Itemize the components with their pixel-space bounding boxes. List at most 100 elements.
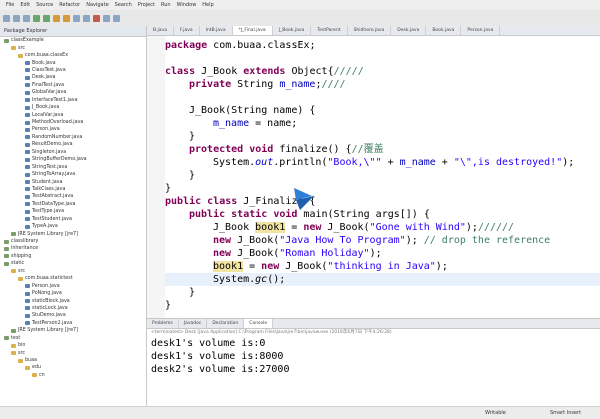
code-editor[interactable]: B.java F.java IntB.java *J_Final.java J_Book…	[147, 26, 600, 318]
tree-item[interactable]: classExample	[0, 37, 146, 44]
save-icon[interactable]	[13, 14, 20, 22]
tree-item[interactable]: Book.java	[0, 59, 146, 66]
editor-tab[interactable]: B.java	[147, 26, 174, 35]
code-area[interactable]: package com.buaa.classEx; class J_Book e…	[165, 36, 600, 318]
new-class-icon[interactable]	[63, 14, 70, 22]
tree-item[interactable]: TalkClass.java	[0, 186, 146, 193]
menu-refactor[interactable]: Refactor	[59, 2, 80, 8]
package-explorer-tab[interactable]: Package Explorer	[0, 26, 146, 37]
editor-tab[interactable]: *J_Final.java	[232, 26, 273, 35]
menu-source[interactable]: Source	[36, 2, 53, 8]
tree-item[interactable]: J_Book.java	[0, 104, 146, 111]
editor-tab[interactable]: IntB.java	[200, 26, 233, 35]
run-icon[interactable]	[43, 14, 50, 22]
tree-item-label: StringToArray.java	[32, 172, 76, 178]
tree-item[interactable]: JRE System Library [jre7]	[0, 327, 146, 334]
project-icon	[4, 261, 9, 266]
tree-item[interactable]: buaa	[0, 357, 146, 364]
open-type-icon[interactable]	[73, 14, 80, 22]
java-file-icon	[25, 217, 30, 222]
java-file-icon	[25, 194, 30, 199]
forward-icon[interactable]	[113, 14, 120, 22]
tree-item-label: StringBufferDemo.java	[32, 157, 87, 163]
tab-declaration[interactable]: Declaration	[207, 319, 245, 328]
tree-item[interactable]: StringToArray.java	[0, 171, 146, 178]
menu-file[interactable]: File	[6, 2, 14, 8]
tree-item[interactable]: inheritance	[0, 245, 146, 252]
tree-item[interactable]: TestPerson2.java	[0, 320, 146, 327]
tree-item[interactable]: JRE System Library [jre7]	[0, 230, 146, 237]
tree-item-label: TestType.java	[32, 209, 65, 215]
tree-item[interactable]: GlobalVar.java	[0, 89, 146, 96]
tree-item[interactable]: Singleton.java	[0, 149, 146, 156]
tree-item[interactable]: shipping	[0, 253, 146, 260]
tab-javadoc[interactable]: Javadoc	[179, 319, 208, 328]
editor-tab[interactable]: TestParent	[311, 26, 348, 35]
editor-tab[interactable]: Person.java	[461, 26, 501, 35]
tree-item[interactable]: com.buaa.statictest	[0, 275, 146, 282]
tab-console[interactable]: Console	[244, 319, 274, 328]
tree-item[interactable]: TestType.java	[0, 208, 146, 215]
editor-tab[interactable]: Desk.java	[391, 26, 427, 35]
project-icon	[11, 328, 16, 333]
editor-tab[interactable]: Shidhero.java	[348, 26, 392, 35]
print-icon[interactable]	[23, 14, 30, 22]
editor-tab[interactable]: Book.java	[426, 26, 462, 35]
menu-window[interactable]: Window	[177, 2, 197, 8]
tree-item[interactable]: bin	[0, 342, 146, 349]
tree-item[interactable]: TestStudent.java	[0, 216, 146, 223]
editor-tab[interactable]: J_Book.java	[273, 26, 312, 35]
tree-item[interactable]: static	[0, 260, 146, 267]
tab-problems[interactable]: Problems	[147, 319, 179, 328]
menu-project[interactable]: Project	[138, 2, 155, 8]
stop-icon[interactable]	[93, 14, 100, 22]
tree-item[interactable]: edu	[0, 364, 146, 371]
tree-item[interactable]: StuDemo.java	[0, 312, 146, 319]
tree-item-label: J_Book.java	[32, 105, 60, 111]
tree-item[interactable]: RandomNumber.java	[0, 134, 146, 141]
tree-item[interactable]: test	[0, 335, 146, 342]
tree-item[interactable]: Person.java	[0, 126, 146, 133]
new-icon[interactable]	[3, 14, 10, 22]
editor-tab[interactable]: F.java	[174, 26, 200, 35]
writable-status: Writable	[485, 410, 506, 416]
search-icon[interactable]	[83, 14, 90, 22]
tree-item[interactable]: PoNong.java	[0, 290, 146, 297]
code-line: protected void finalize() {//覆盖	[189, 144, 384, 155]
tree-item[interactable]: TestDataType.java	[0, 201, 146, 208]
tree-item[interactable]: Person.java	[0, 282, 146, 289]
tree-item[interactable]: staticBlock.java	[0, 297, 146, 304]
tree-item[interactable]: src	[0, 44, 146, 51]
tree-item[interactable]: src	[0, 268, 146, 275]
tree-item[interactable]: StringBufferDemo.java	[0, 156, 146, 163]
tree-item[interactable]: LocalVar.java	[0, 111, 146, 118]
java-file-icon	[25, 209, 30, 214]
tree-item[interactable]: InterfaceTest1.java	[0, 97, 146, 104]
toolbar	[0, 10, 600, 27]
tree-item[interactable]: classlibrary	[0, 238, 146, 245]
menu-navigate[interactable]: Navigate	[86, 2, 108, 8]
menu-run[interactable]: Run	[161, 2, 171, 8]
tree-item[interactable]: cn	[0, 372, 146, 379]
new-package-icon[interactable]	[53, 14, 60, 22]
tree-item[interactable]: src	[0, 349, 146, 356]
tree-item[interactable]: ClassTest.java	[0, 67, 146, 74]
menu-help[interactable]: Help	[202, 2, 213, 8]
menu-search[interactable]: Search	[115, 2, 132, 8]
tree-item[interactable]: TypeA.java	[0, 223, 146, 230]
tree-item[interactable]: Student.java	[0, 178, 146, 185]
tree-item[interactable]: FinalTest.java	[0, 82, 146, 89]
folder-icon	[11, 269, 16, 274]
tree-item[interactable]: staticLock.java	[0, 305, 146, 312]
tree-item[interactable]: StringTest.java	[0, 163, 146, 170]
tree-item-label: com.buaa.statictest	[25, 276, 73, 282]
tree-item[interactable]: ResultDemo.java	[0, 141, 146, 148]
tree-item[interactable]: TestAbstract.java	[0, 193, 146, 200]
tree-item[interactable]: Desk.java	[0, 74, 146, 81]
debug-icon[interactable]	[33, 14, 40, 22]
menu-edit[interactable]: Edit	[20, 2, 30, 8]
java-file-icon	[25, 68, 30, 73]
tree-item[interactable]: com.buaa.classEx	[0, 52, 146, 59]
back-icon[interactable]	[103, 14, 110, 22]
tree-item[interactable]: MethodOverload.java	[0, 119, 146, 126]
